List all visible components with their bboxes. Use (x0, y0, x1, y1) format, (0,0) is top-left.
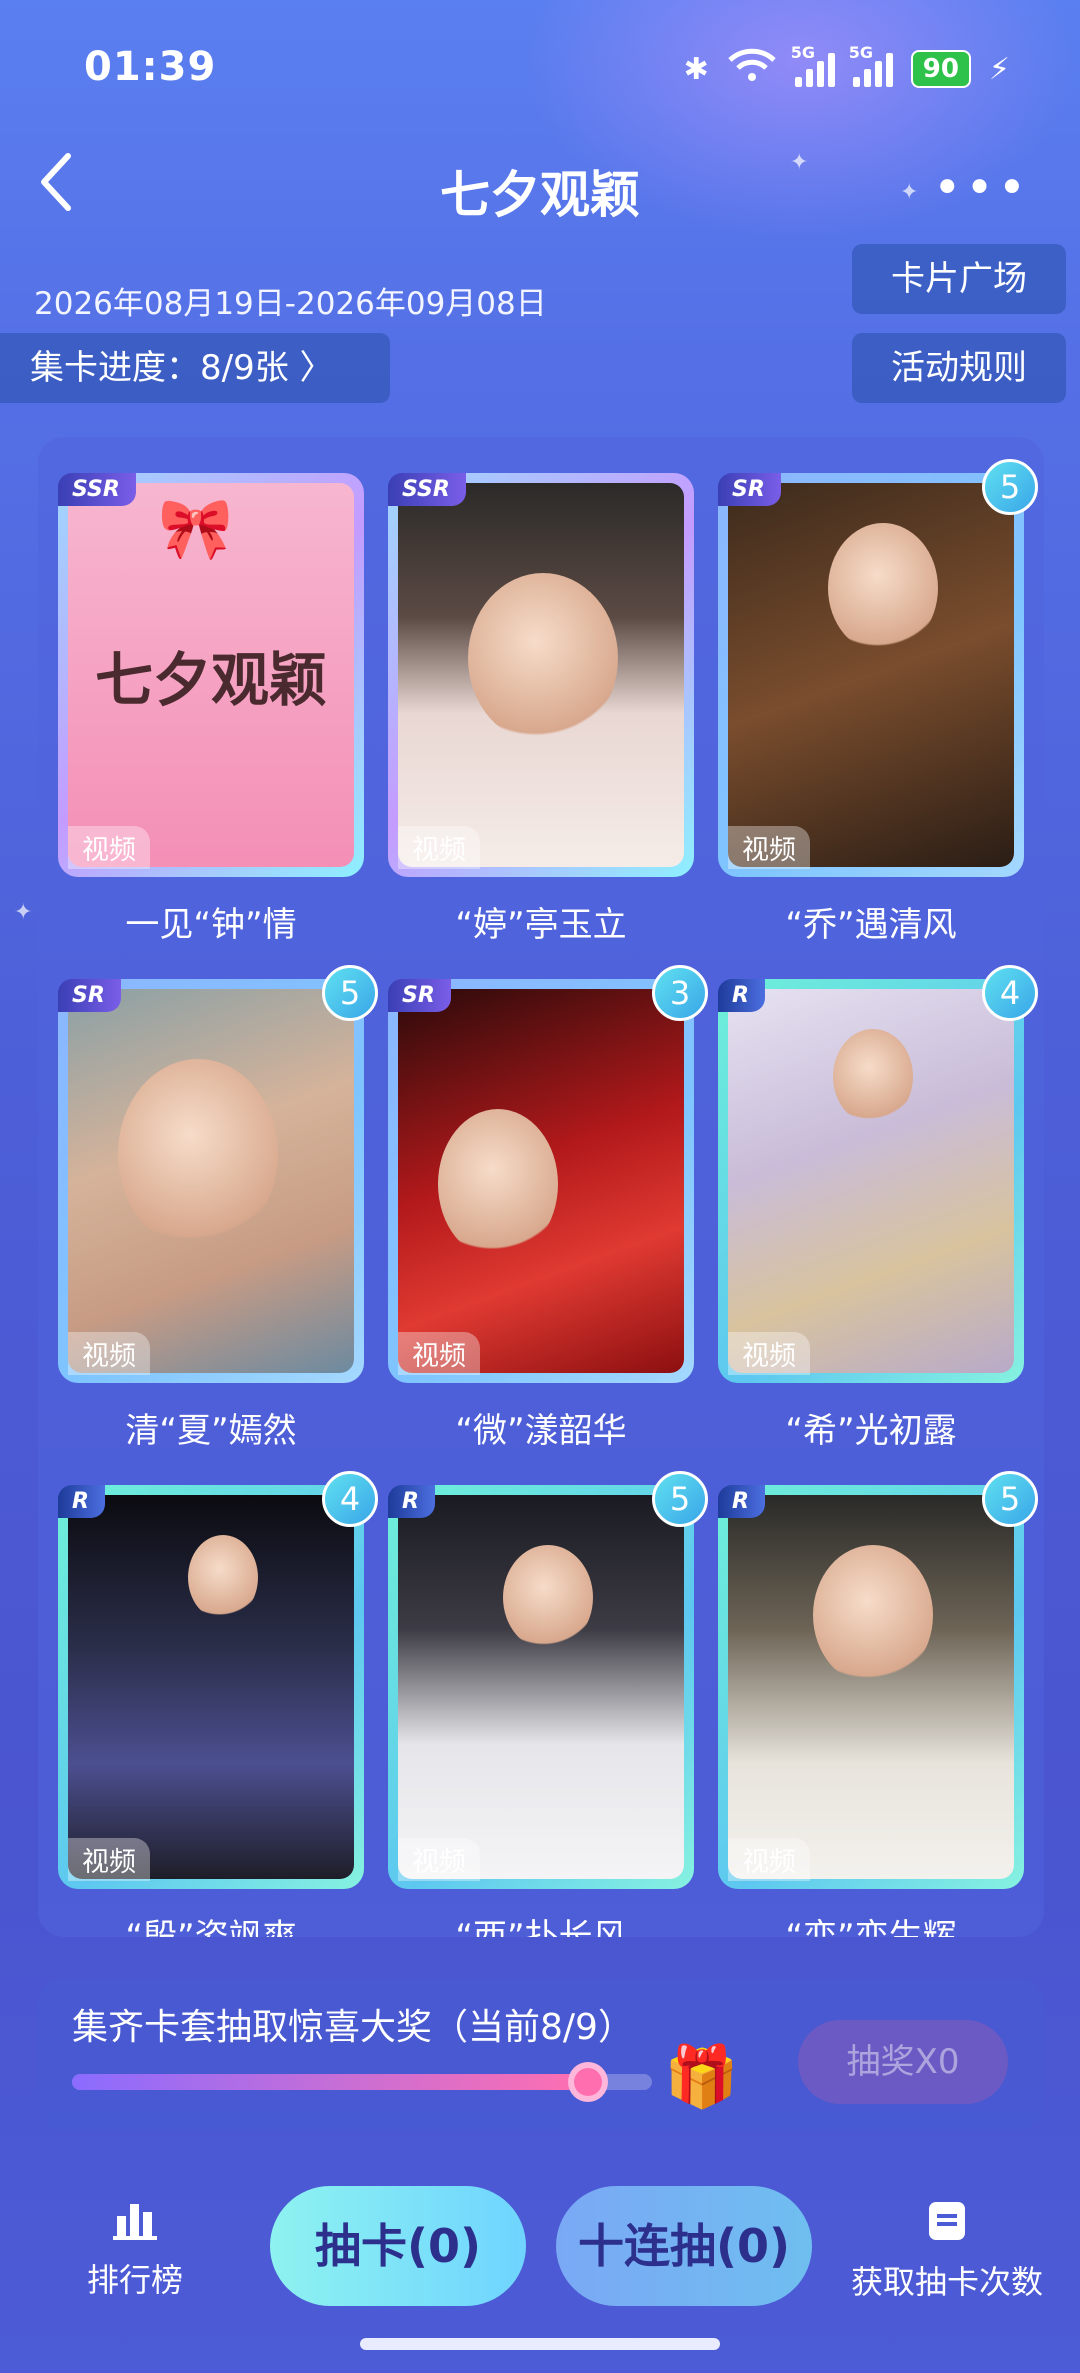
page-title: 七夕观颖 (440, 166, 640, 224)
card-name: “乔”遇清风 (785, 905, 957, 945)
video-tag: 视频 (68, 1838, 150, 1881)
gift-icon[interactable]: 🎁 (664, 2042, 739, 2112)
home-indicator[interactable] (360, 2338, 720, 2350)
video-tag: 视频 (398, 1332, 480, 1375)
rarity-badge: R (718, 979, 765, 1012)
rules-button[interactable]: 活动规则 (852, 333, 1066, 403)
more-button[interactable]: ••• (933, 160, 1030, 216)
charging-icon: ⚡ (988, 51, 1010, 87)
rarity-badge: SR (388, 979, 451, 1012)
rarity-badge: R (718, 1485, 765, 1518)
bar-chart-icon (80, 2200, 190, 2251)
rarity-badge: SSR (58, 473, 136, 506)
card-item[interactable]: R 4 视频 (718, 965, 1038, 1383)
status-bar: 01:39 ✱ 5G 5G 90 ⚡ (0, 0, 1080, 140)
card-image (728, 483, 1014, 867)
draw-card-button[interactable]: 抽卡(0) (270, 2186, 526, 2306)
card-name: 清“夏”嫣然 (125, 1411, 297, 1451)
get-chances-label: 获取抽卡次数 (850, 2263, 1043, 2301)
card-name: “婷”亭玉立 (455, 905, 627, 945)
video-tag: 视频 (728, 1332, 810, 1375)
rarity-badge: R (58, 1485, 105, 1518)
card-image (68, 1495, 354, 1879)
rarity-badge: SR (58, 979, 121, 1012)
card-image: 🎀 七夕观颖 (68, 483, 354, 867)
video-tag: 视频 (398, 826, 480, 869)
video-tag: 视频 (728, 826, 810, 869)
card-image (728, 989, 1014, 1373)
card-count-badge: 4 (982, 965, 1038, 1021)
video-tag: 视频 (68, 826, 150, 869)
card-item[interactable]: R 5 视频 (718, 1471, 1038, 1889)
card-item[interactable]: R 5 视频 (388, 1471, 708, 1889)
card-count-badge: 5 (982, 1471, 1038, 1527)
status-time: 01:39 (84, 44, 217, 90)
prize-panel: 集齐卡套抽取惊喜大奖（当前8/9） 🎁 抽奖X0 (38, 1978, 1044, 2130)
card-count-badge: 3 (652, 965, 708, 1021)
card-name: 一见“钟”情 (125, 905, 297, 945)
sparkle-icon: ✦ (14, 900, 33, 925)
collect-progress-link[interactable]: 集卡进度：8/9张 〉 (0, 333, 390, 403)
card-item[interactable]: 🎀 七夕观颖 SSR 视频 (58, 473, 364, 877)
get-chances-nav[interactable]: 获取抽卡次数 (842, 2200, 1052, 2303)
card-image (398, 483, 684, 867)
draw-ten-button[interactable]: 十连抽(0) (556, 2186, 812, 2306)
card-name: “西”扑长风 (455, 1917, 627, 1937)
wifi-icon (727, 48, 777, 90)
rarity-badge: SSR (388, 473, 466, 506)
card-item[interactable]: R 4 视频 (58, 1471, 378, 1889)
rarity-badge: R (388, 1485, 435, 1518)
battery-indicator: 90 (910, 50, 971, 88)
card-item[interactable]: SR 3 视频 (388, 965, 708, 1383)
document-icon (842, 2200, 1052, 2253)
card-item[interactable]: SR 5 视频 (58, 965, 378, 1383)
ranking-nav[interactable]: 排行榜 (80, 2200, 190, 2301)
video-tag: 视频 (68, 1332, 150, 1375)
card-name: “希”光初露 (785, 1411, 957, 1451)
more-dots-icon: ••• (933, 160, 1030, 216)
lottery-button[interactable]: 抽奖X0 (798, 2020, 1008, 2104)
card-grid: 🎀 七夕观颖 SSR 视频 一见“钟”情 SSR 视频 “婷”亭玉立 SR 5 … (38, 437, 1044, 1937)
rarity-badge: SR (718, 473, 781, 506)
card-name: “恋”恋生辉 (785, 1917, 957, 1937)
prize-progress-bar (72, 2062, 652, 2102)
card-image (728, 1495, 1014, 1879)
status-icons: ✱ 5G 5G 90 ⚡ (683, 43, 1010, 90)
card-count-badge: 5 (652, 1471, 708, 1527)
card-count-badge: 5 (982, 459, 1038, 515)
bow-icon: 🎀 (158, 494, 233, 564)
bluetooth-icon: ✱ (683, 51, 709, 87)
card-image (398, 989, 684, 1373)
card-item[interactable]: SR 5 视频 (718, 459, 1038, 877)
event-date-range: 2026年08月19日-2026年09月08日 (34, 286, 547, 322)
prize-text: 集齐卡套抽取惊喜大奖（当前8/9） (72, 2007, 634, 2048)
card-item[interactable]: SSR 视频 (388, 473, 694, 877)
card-name: “殷”姿飒爽 (125, 1917, 297, 1937)
card-plaza-button[interactable]: 卡片广场 (852, 244, 1066, 314)
signal-icon: 5G (791, 43, 835, 87)
video-tag: 视频 (728, 1838, 810, 1881)
video-tag: 视频 (398, 1838, 480, 1881)
card-count-badge: 5 (322, 965, 378, 1021)
card-cover-text: 七夕观颖 (94, 646, 327, 714)
prize-progress-fill (72, 2074, 588, 2090)
card-name: “微”漾韶华 (455, 1411, 627, 1451)
card-image (68, 989, 354, 1373)
ranking-label: 排行榜 (86, 2261, 183, 2299)
progress-knob (567, 2062, 608, 2102)
card-image (398, 1495, 684, 1879)
signal-icon: 5G (849, 43, 893, 87)
card-count-badge: 4 (322, 1471, 378, 1527)
